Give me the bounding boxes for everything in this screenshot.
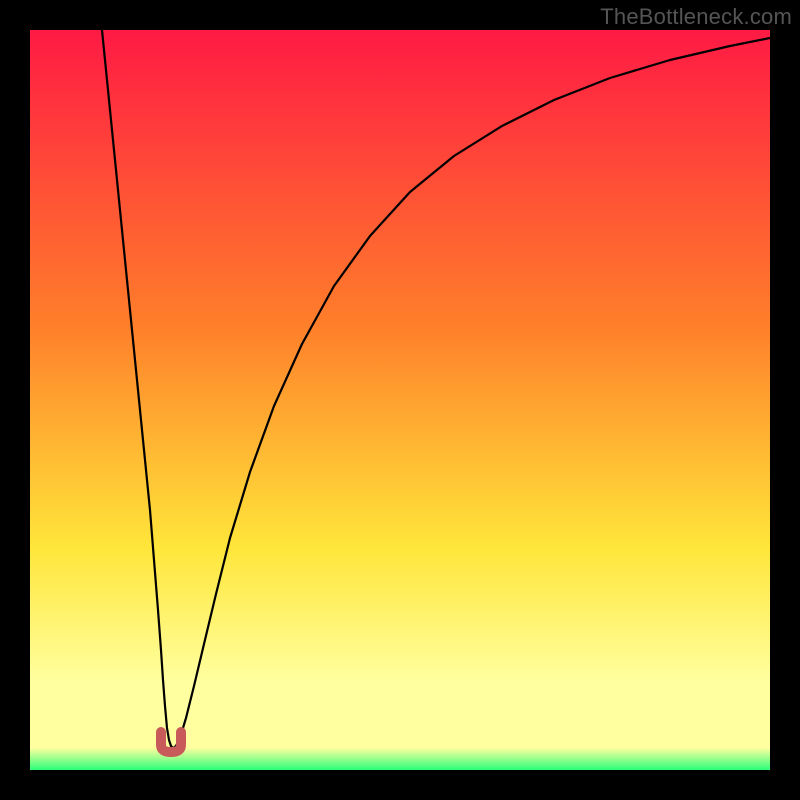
- attribution-text: TheBottleneck.com: [600, 4, 792, 30]
- bottleneck-curve: [102, 30, 770, 748]
- curve-layer: [30, 30, 770, 770]
- plot-area: [30, 30, 770, 770]
- curve-minimum-marker: [161, 732, 181, 752]
- chart-frame: TheBottleneck.com: [0, 0, 800, 800]
